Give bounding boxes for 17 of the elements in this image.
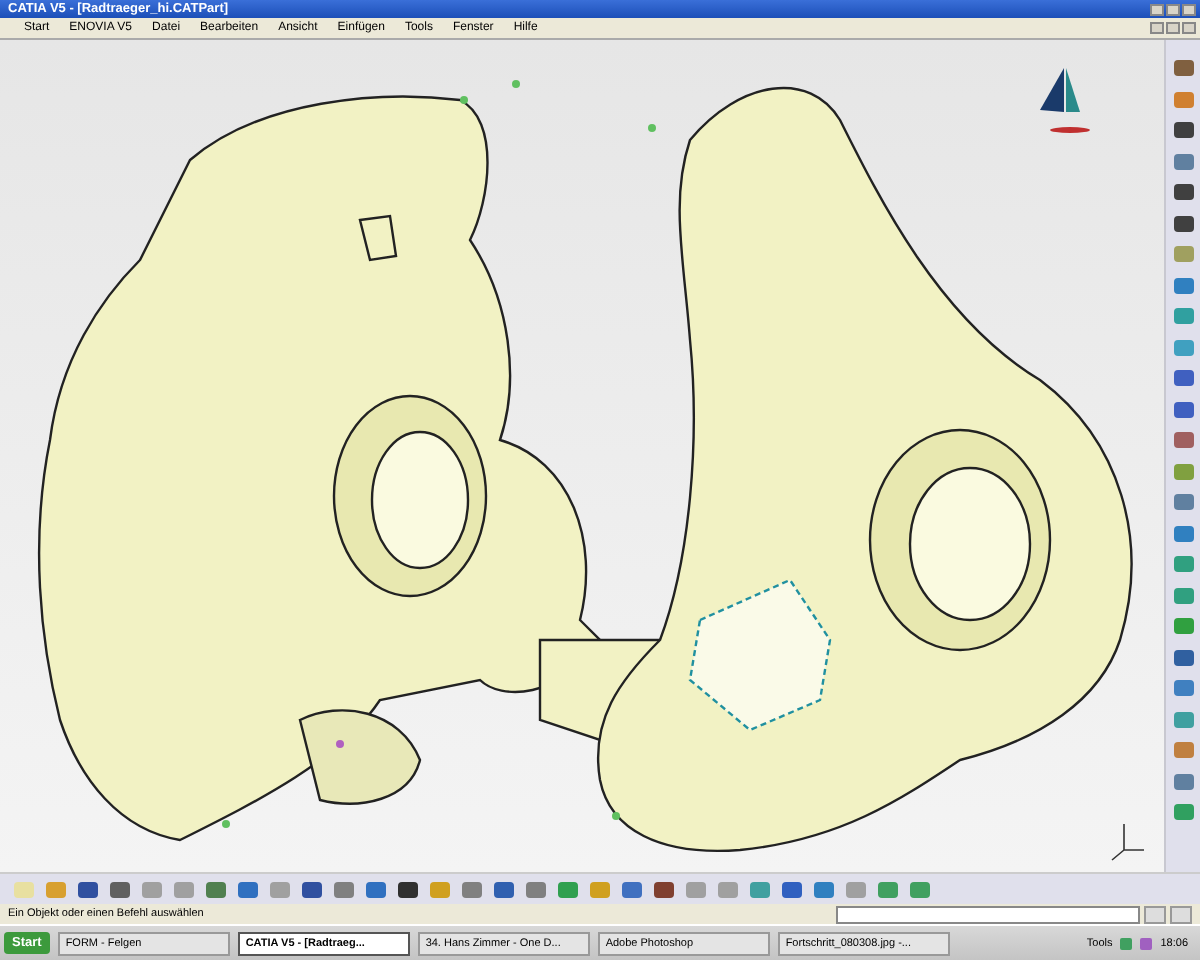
tool-icon[interactable] [76,877,100,901]
tool-icon[interactable] [1171,56,1195,80]
tool-icon[interactable] [492,877,516,901]
tool-icon[interactable] [396,877,420,901]
tool-icon[interactable] [1171,645,1195,669]
tool-icon[interactable] [652,877,676,901]
tool-icon[interactable] [1171,211,1195,235]
tool-icon[interactable] [1171,180,1195,204]
tool-icon[interactable] [1171,366,1195,390]
tool-icon[interactable] [108,877,132,901]
status-button[interactable] [1170,905,1192,923]
tool-icon[interactable] [780,877,804,901]
tool-icon[interactable] [1171,118,1195,142]
tool-icon[interactable] [300,877,324,901]
status-button[interactable] [1144,905,1166,923]
tool-icon[interactable] [1171,397,1195,421]
command-input-field[interactable] [836,905,1140,923]
